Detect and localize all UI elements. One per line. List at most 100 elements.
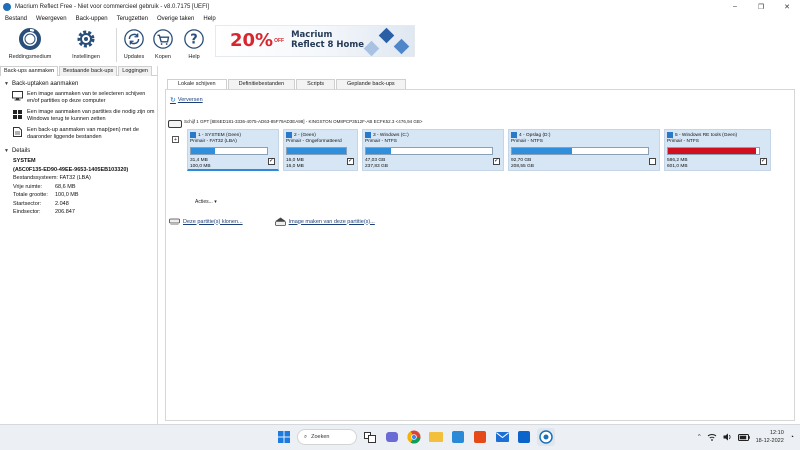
notification-bell-icon[interactable]: ◔: [790, 434, 794, 441]
menu-help[interactable]: Help: [203, 16, 215, 22]
chrome-button[interactable]: [405, 428, 423, 446]
partition-block[interactable]: 1 - SYSTEM (Geen) Primair - FAT32 (LBA) 31…: [187, 129, 279, 171]
tray-overflow-icon[interactable]: ^: [698, 434, 701, 440]
partition-type: Primair - Ongeformatteerd: [286, 139, 342, 144]
macrium-taskbar-button[interactable]: [537, 428, 555, 446]
disk-select-box[interactable]: +: [172, 136, 179, 143]
refresh-icon: ↻: [170, 97, 176, 104]
details-header-label: Details: [11, 148, 31, 154]
task-view-button[interactable]: [361, 428, 379, 446]
taskbar-apps: ⌕ Zoeken: [275, 428, 555, 446]
menu-back-uppen[interactable]: Back-uppen: [76, 16, 108, 22]
settings-button[interactable]: Instellingen: [60, 24, 112, 66]
mail-icon: [495, 432, 509, 442]
maximize-button[interactable]: ❐: [748, 0, 774, 13]
partition-used: 586,2 MB: [667, 158, 688, 163]
updates-button[interactable]: Updates: [121, 24, 147, 66]
mail-button[interactable]: [493, 428, 511, 446]
partition-title-label: 5 - Windows RE tools (Geen): [675, 132, 738, 138]
tasks-section-header[interactable]: ▼ Back-uptaken aanmaken: [4, 81, 157, 87]
partition-usage-fill: [287, 148, 346, 154]
partition-title-label: 4 - Opslag (D:): [519, 132, 551, 138]
actions-dropdown[interactable]: Acties... ▾: [195, 199, 217, 205]
partition-checkbox[interactable]: [649, 158, 656, 165]
menu-terugzetten[interactable]: Terugzetten: [117, 16, 148, 22]
close-button[interactable]: ✕: [774, 0, 800, 13]
start-button[interactable]: [275, 428, 293, 446]
tab-lokale-schijven[interactable]: Lokale schijven: [167, 79, 227, 89]
help-icon: ?: [181, 26, 207, 52]
tab-loggingen[interactable]: Loggingen: [118, 66, 152, 76]
disk-actions: Deze partitie(s) klonen... Image maken v…: [169, 217, 375, 226]
windows-logo-icon: [511, 132, 517, 138]
image-disk-icon: [274, 217, 286, 226]
office-button[interactable]: [471, 428, 489, 446]
menu-weergeven[interactable]: Weergeven: [36, 16, 67, 22]
rescue-media-label: Reddingsmedium: [8, 54, 52, 60]
title-bar: Macrium Reflect Free - Niet voor commerc…: [0, 0, 800, 13]
partition-filesystem: Bestandssysteem: FAT32 (LBA): [13, 175, 91, 181]
partition-checkbox[interactable]: ✓: [268, 158, 275, 165]
tab-definitiebestanden[interactable]: Definitiebestanden: [227, 79, 296, 89]
tab-geplande-back-ups[interactable]: Geplande back-ups: [335, 79, 406, 89]
taskbar-search[interactable]: ⌕ Zoeken: [297, 429, 357, 445]
taskbar-clock[interactable]: 12:10 18-12-2022: [756, 429, 784, 445]
image-partitions-link[interactable]: Image maken van deze partitie(s)...: [274, 217, 375, 226]
detail-row-free: Vrije ruimte: 68,6 MB: [13, 183, 76, 190]
outlook-button[interactable]: [515, 428, 533, 446]
partition-name: SYSTEM: [13, 158, 36, 164]
actions-dropdown-label: Acties...: [195, 199, 213, 205]
tab-bestaande-back-ups[interactable]: Bestaande back-ups: [59, 66, 118, 76]
check-icon: ✓: [269, 158, 275, 164]
right-tab-strip: Lokale schijven Definitiebestanden Scrip…: [167, 79, 407, 89]
partition-type: Primair - FAT32 (LBA): [190, 139, 237, 144]
task-image-disks[interactable]: Een image aanmaken van te selecteren sch…: [12, 91, 157, 105]
buy-button[interactable]: Kopen: [147, 24, 179, 66]
store-button[interactable]: [449, 428, 467, 446]
partition-block[interactable]: 5 - Windows RE tools (Geen) Primair - NTF…: [664, 129, 771, 171]
help-label: Help: [188, 54, 200, 60]
detail-row-total: Totale grootte: 100,0 MB: [13, 192, 79, 198]
clone-partitions-link[interactable]: Deze partitie(s) klonen...: [169, 217, 243, 226]
wifi-icon[interactable]: [707, 433, 717, 441]
task-image-windows[interactable]: Een image aanmaken van partities die nod…: [12, 109, 157, 123]
file-explorer-button[interactable]: [427, 428, 445, 446]
office-icon: [474, 431, 486, 443]
gear-icon: [73, 26, 99, 52]
toolbar: Reddingsmedium Instellingen Updates Kope…: [0, 24, 800, 66]
rescue-media-button[interactable]: Reddingsmedium: [0, 24, 60, 66]
monitor-icon: [12, 91, 23, 101]
image-partitions-label: Image maken van deze partitie(s)...: [288, 218, 375, 225]
partition-checkbox[interactable]: ✓: [760, 158, 767, 165]
details-panel: SYSTEM (A5C0F135-ED90-49EE-9653-1405EB10…: [13, 157, 157, 217]
partition-block[interactable]: 2 - (Geen) Primair - Ongeformatteerd 16,0 …: [283, 129, 358, 171]
partition-type: Primair - NTFS: [365, 139, 397, 144]
settings-label: Instellingen: [72, 54, 100, 60]
minimize-button[interactable]: –: [722, 0, 748, 13]
folder-icon: [429, 432, 443, 442]
task-backup-folders[interactable]: Een back-up aanmaken van map(pen) met de…: [12, 127, 157, 141]
partition-block[interactable]: 3 - Windows (C:) Primair - NTFS 47,03 GB 23…: [362, 129, 504, 171]
partition-checkbox[interactable]: ✓: [493, 158, 500, 165]
refresh-link[interactable]: ↻ Verversen: [170, 96, 203, 104]
partition-list: 1 - SYSTEM (Geen) Primair - FAT32 (LBA) 31…: [187, 129, 771, 171]
taskbar: ⌕ Zoeken ^ 12:10 18-12-2022 ◔: [0, 424, 800, 450]
clock-date: 18-12-2022: [755, 438, 784, 444]
partition-block[interactable]: 4 - Opslag (D:) Primair - NTFS 92,70 GB 208…: [508, 129, 660, 171]
promo-banner[interactable]: 20% OFF Macrium Reflect 8 Home: [215, 25, 415, 57]
tab-scripts[interactable]: Scripts: [296, 79, 335, 89]
menu-overige-taken[interactable]: Overige taken: [157, 16, 194, 22]
partition-checkbox[interactable]: ✓: [347, 158, 354, 165]
partition-guid: (A5C0F135-ED90-49EE-9653-1405EB103320): [13, 166, 129, 173]
teams-chat-button[interactable]: [383, 428, 401, 446]
chevron-down-icon: ▼: [4, 81, 9, 87]
partition-usage-bar: [667, 147, 760, 155]
battery-icon[interactable]: [737, 433, 750, 441]
tab-back-ups-aanmaken[interactable]: Back-ups aanmaken: [0, 66, 59, 76]
help-button[interactable]: ? Help: [179, 24, 209, 66]
details-section-header[interactable]: ▼ Details: [4, 148, 157, 154]
volume-icon[interactable]: [723, 433, 732, 441]
clock-time: 12:10: [770, 430, 784, 436]
menu-bestand[interactable]: Bestand: [5, 16, 27, 22]
partition-type: Primair - NTFS: [511, 139, 543, 144]
